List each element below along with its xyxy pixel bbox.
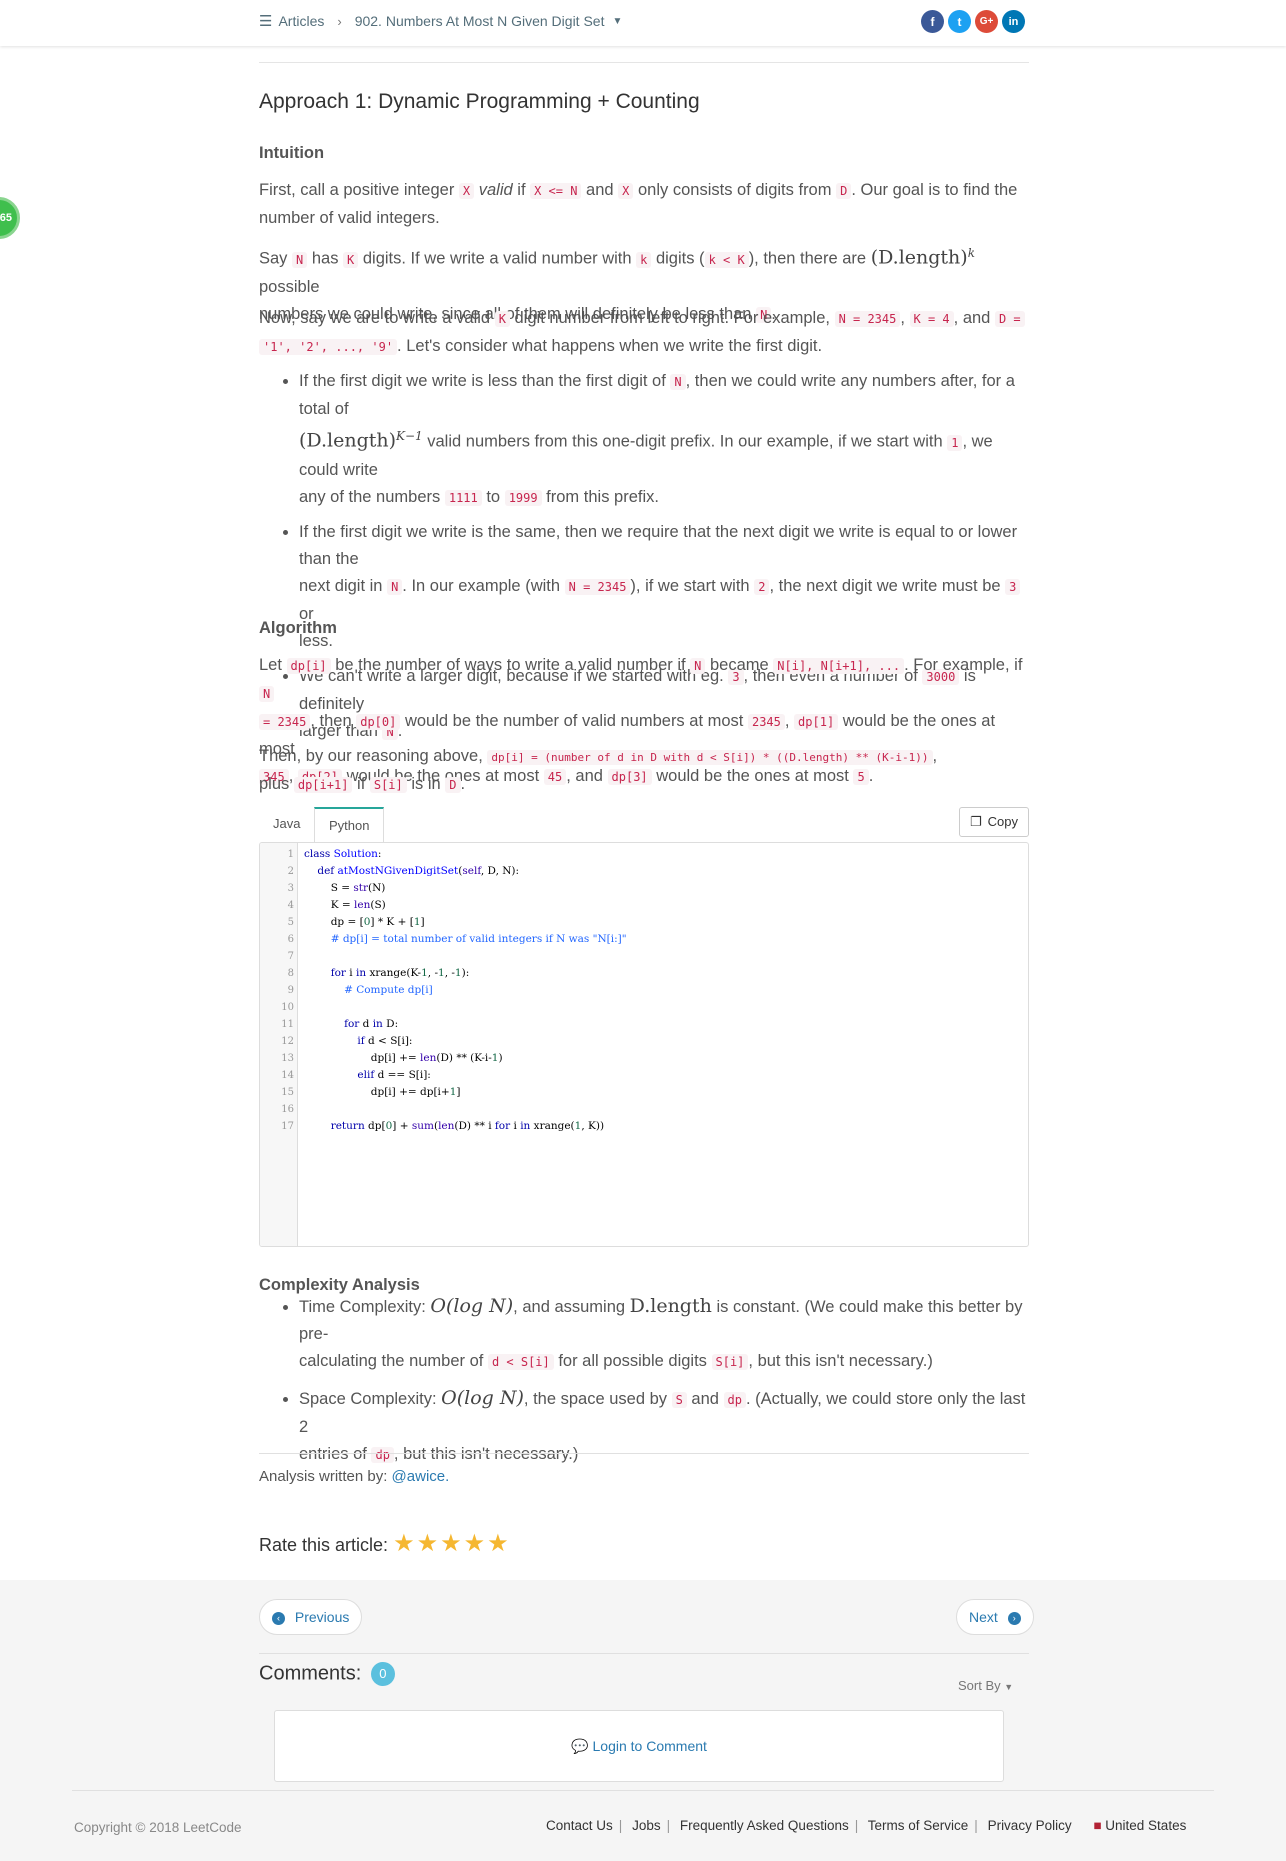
- star-rating[interactable]: ★★★★★: [393, 1530, 511, 1557]
- footer-divider: [72, 1790, 1214, 1791]
- tab-python[interactable]: Python: [314, 807, 385, 843]
- star-icon[interactable]: ★: [487, 1530, 509, 1557]
- footer-link-terms[interactable]: Terms of Service: [868, 1818, 969, 1833]
- side-badge-count: 65: [0, 212, 12, 224]
- star-icon[interactable]: ★: [464, 1530, 486, 1557]
- algorithm-heading: Algorithm: [259, 619, 337, 637]
- code-line: class Solution:: [304, 848, 382, 860]
- chevron-right-icon: ›: [1007, 1611, 1021, 1625]
- caret-down-icon: ▼: [1004, 1682, 1014, 1692]
- google-plus-icon[interactable]: G+: [975, 10, 998, 33]
- footer-link-contact[interactable]: Contact Us: [546, 1818, 613, 1833]
- code-line: elif d == S[i]:: [357, 1069, 431, 1081]
- caret-down-icon[interactable]: ▼: [612, 16, 622, 27]
- code-line: def atMostNGivenDigitSet(self, D, N):: [317, 865, 520, 877]
- side-progress-badge[interactable]: 65: [0, 197, 20, 239]
- comment-count-badge: 0: [370, 1662, 395, 1686]
- list-item: Time Complexity: O(log N), and assuming …: [299, 1293, 1029, 1376]
- login-to-comment-box[interactable]: 💬 Login to Comment: [274, 1710, 1004, 1782]
- comment-icon: 💬: [571, 1738, 589, 1754]
- breadcrumb-articles-link[interactable]: Articles: [278, 13, 324, 29]
- region-selector[interactable]: ■ United States: [1093, 1818, 1186, 1833]
- code-line: for d in D:: [344, 1018, 399, 1030]
- code-line: # dp[i] = total number of valid integers…: [330, 933, 627, 945]
- login-to-comment-link[interactable]: Login to Comment: [593, 1738, 707, 1754]
- linkedin-icon[interactable]: in: [1002, 10, 1025, 33]
- list-item: Space Complexity: O(log N), the space us…: [299, 1385, 1029, 1469]
- rate-label: Rate this article:: [259, 1535, 389, 1555]
- breadcrumb-article-title[interactable]: 902. Numbers At Most N Given Digit Set: [355, 13, 605, 29]
- comments-heading: Comments: 0: [259, 1662, 395, 1686]
- approach-heading: Approach 1: Dynamic Programming + Counti…: [259, 90, 700, 113]
- copyright: Copyright © 2018 LeetCode: [74, 1820, 242, 1835]
- chevron-right-icon: ›: [337, 13, 342, 29]
- list-icon: ☰: [259, 13, 273, 30]
- breadcrumb: ☰ Articles › 902. Numbers At Most N Give…: [259, 12, 622, 30]
- sort-by-dropdown[interactable]: Sort By ▼: [958, 1678, 1013, 1693]
- us-flag-icon: ■: [1093, 1818, 1102, 1833]
- rate-article: Rate this article: ★★★★★: [259, 1530, 1029, 1559]
- intuition-paragraph-3: Now, say we are to write a valid K digit…: [259, 305, 1029, 361]
- code-line: if d < S[i]:: [357, 1035, 413, 1047]
- pager-divider: [259, 1653, 1029, 1654]
- intuition-paragraph-1: First, call a positive integer X valid i…: [259, 181, 1018, 227]
- next-button[interactable]: Next ›: [956, 1599, 1034, 1635]
- footer-link-jobs[interactable]: Jobs: [632, 1818, 661, 1833]
- copy-button[interactable]: ❐ Copy: [958, 807, 1029, 837]
- star-icon[interactable]: ★: [393, 1530, 415, 1557]
- author-line: Analysis written by: @awice.: [259, 1468, 450, 1485]
- facebook-icon[interactable]: f: [921, 10, 944, 33]
- code-line: for i in xrange(K-1, -1, -1):: [330, 967, 470, 979]
- code-line: return dp[0] + sum(len(D) ** i for i in …: [330, 1120, 605, 1132]
- article-divider: [259, 1453, 1029, 1454]
- algorithm-paragraph-2: Then, by our reasoning above, dp[i] = (n…: [259, 747, 938, 793]
- code-line: dp = [0] * K + [1]: [304, 916, 425, 928]
- code-line: K = len(S): [304, 899, 386, 911]
- author-link[interactable]: @awice.: [392, 1468, 450, 1485]
- star-icon[interactable]: ★: [440, 1530, 462, 1557]
- previous-button[interactable]: ‹ Previous: [259, 1599, 363, 1635]
- social-share-bar: f t G+ in: [921, 10, 1025, 33]
- complexity-list: Time Complexity: O(log N), and assuming …: [259, 1293, 1029, 1479]
- tab-java[interactable]: Java: [259, 807, 314, 843]
- footer-links: Contact Us | Jobs | Frequently Asked Quest…: [546, 1818, 1187, 1833]
- code-line: S = str(N): [304, 882, 386, 894]
- code-line: dp[i] += dp[i+1]: [304, 1086, 461, 1098]
- intuition-heading: Intuition: [259, 144, 325, 162]
- code-line: dp[i] += len(D) ** (K-i-1): [304, 1052, 503, 1064]
- twitter-icon[interactable]: t: [948, 10, 971, 33]
- chevron-left-icon: ‹: [272, 1611, 285, 1625]
- copy-icon: ❐: [969, 814, 982, 829]
- code-line: # Compute dp[i]: [344, 984, 433, 996]
- footer-link-faq[interactable]: Frequently Asked Questions: [680, 1818, 849, 1833]
- top-divider: [259, 62, 1029, 63]
- list-item: If the first digit we write is less than…: [299, 368, 1029, 512]
- footer-link-privacy[interactable]: Privacy Policy: [988, 1818, 1072, 1833]
- star-icon[interactable]: ★: [417, 1530, 439, 1557]
- code-editor[interactable]: 1 2 3 4 5 6 7 8 9 10 11 12 13 14 15 16 1…: [259, 842, 1029, 1247]
- code-tabs: Java Python ❐ Copy: [259, 807, 1029, 847]
- top-navbar: ☰ Articles › 902. Numbers At Most N Give…: [0, 0, 1286, 46]
